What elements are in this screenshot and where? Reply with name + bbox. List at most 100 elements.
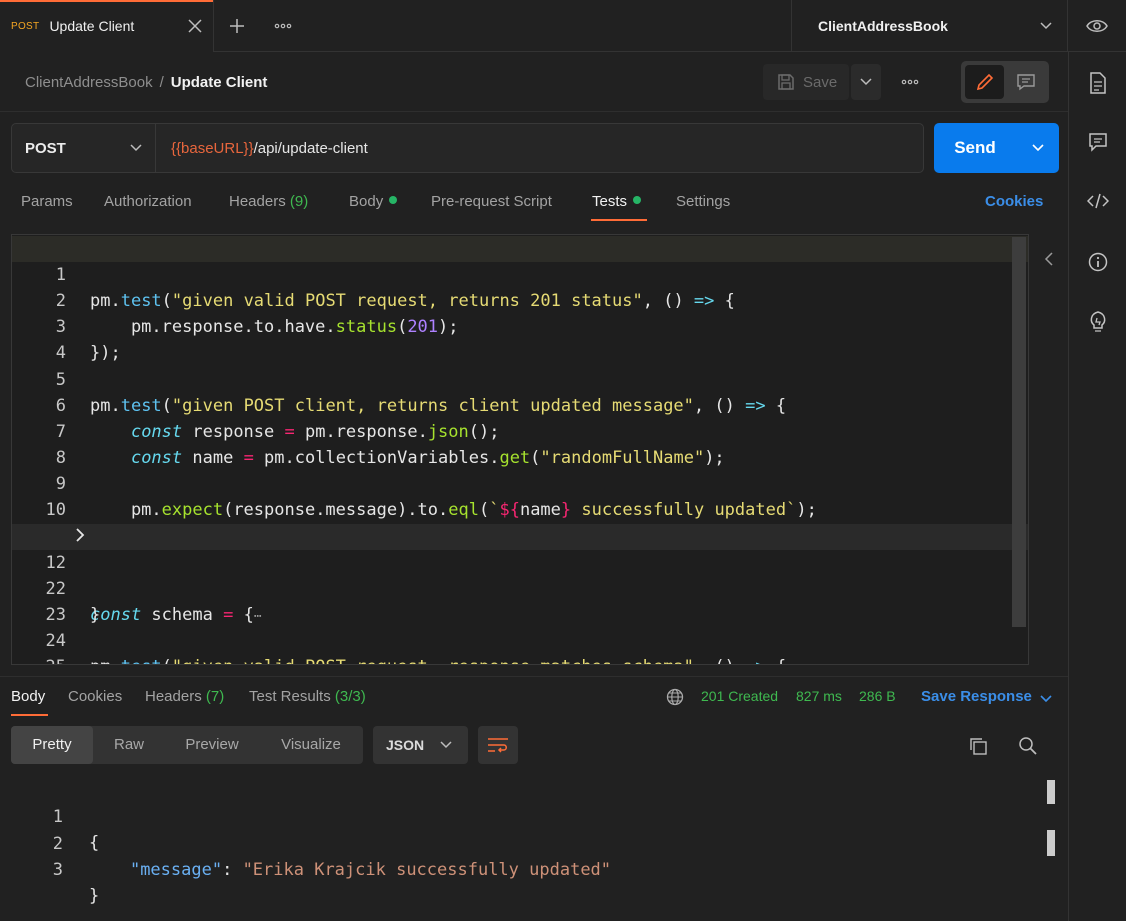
url-path: /api/update-client — [253, 139, 368, 157]
view-raw[interactable]: Raw — [95, 726, 163, 764]
cookies-link[interactable]: Cookies — [985, 193, 1043, 210]
pencil-icon[interactable] — [965, 65, 1004, 99]
tab-params[interactable]: Params — [21, 193, 73, 210]
code-line: 26 }); — [12, 654, 1028, 664]
tab-headers[interactable]: Headers (9) — [229, 193, 308, 210]
comment-icon[interactable] — [1006, 65, 1045, 99]
test-results-label: Test Results — [249, 688, 331, 705]
response-tab-test-results[interactable]: Test Results (3/3) — [249, 688, 366, 705]
save-options-button[interactable] — [851, 64, 881, 100]
tab-headers-label: Headers — [229, 193, 286, 210]
tab-method-badge: POST — [11, 20, 40, 32]
code-line: 1 pm.test("given valid POST request, ret… — [12, 236, 1028, 311]
code-line: 3 }); — [12, 288, 1028, 363]
chevron-left-icon[interactable] — [1040, 250, 1058, 268]
close-icon[interactable] — [177, 19, 213, 33]
tab-pre-request-script[interactable]: Pre-request Script — [431, 193, 552, 210]
json-brace: } — [89, 886, 100, 906]
tab-body[interactable]: Body — [349, 193, 398, 210]
send-button[interactable]: Send — [934, 123, 1059, 173]
chevron-down-icon — [440, 741, 452, 749]
comment-icon[interactable] — [1069, 132, 1126, 152]
response-view-modes: Pretty Raw Preview Visualize — [11, 726, 363, 764]
code-line: 22 } — [12, 550, 1028, 625]
tab-title: Update Client — [49, 18, 135, 34]
more-horizontal-icon[interactable] — [892, 64, 928, 100]
url-input[interactable]: {{baseURL}}/api/update-client — [155, 123, 924, 173]
chevron-down-icon — [130, 144, 142, 152]
code-line: 9 pm.expect(response.message).to.eql(`${… — [12, 445, 1028, 520]
document-icon[interactable] — [1069, 72, 1126, 94]
tab-tests[interactable]: Tests — [592, 193, 642, 210]
tab-bar-spacer — [306, 0, 792, 51]
tab-tests-label: Tests — [592, 193, 628, 210]
response-tab-body[interactable]: Body — [11, 688, 45, 705]
editor-scrollbar[interactable] — [1012, 237, 1026, 627]
request-tab[interactable]: POST Update Client — [0, 0, 214, 52]
save-button[interactable]: Save — [763, 64, 849, 100]
breadcrumb-collection[interactable]: ClientAddressBook — [25, 74, 153, 91]
fold-chevron-icon[interactable] — [75, 524, 85, 550]
environment-name: ClientAddressBook — [818, 17, 948, 34]
status-code[interactable]: 201 Created — [701, 688, 778, 704]
response-size[interactable]: 286 B — [859, 688, 896, 704]
status-dot — [633, 196, 642, 204]
pane-divider[interactable] — [0, 676, 1068, 677]
response-tab-cookies[interactable]: Cookies — [68, 688, 122, 705]
tab-settings[interactable]: Settings — [676, 193, 730, 210]
view-visualize[interactable]: Visualize — [261, 726, 361, 764]
tab-authorization[interactable]: Authorization — [104, 193, 192, 210]
info-icon[interactable] — [1069, 252, 1126, 272]
response-headers-label: Headers — [145, 688, 202, 705]
format-select[interactable]: JSON — [373, 726, 468, 764]
code-line: 5 pm.test("given POST client, returns cl… — [12, 341, 1028, 416]
search-icon[interactable] — [1018, 736, 1038, 759]
save-label: Save — [803, 73, 838, 91]
scrollbar-marker[interactable] — [1047, 780, 1055, 804]
code-line: 6 const response = pm.response.json(); — [12, 367, 1028, 442]
line-number: 3 — [52, 860, 63, 880]
tab-bar: POST Update Client ClientAddressBook — [0, 0, 1068, 52]
copy-icon[interactable] — [968, 736, 988, 759]
chevron-down-icon[interactable] — [1040, 690, 1052, 706]
code-icon[interactable] — [1069, 192, 1126, 210]
request-tabs: Params Authorization Headers (9) Body Pr… — [0, 186, 1068, 222]
code-line: 4 — [12, 314, 1028, 363]
response-body-viewer[interactable]: 1 { 2 "message": "Erika Krajcik successf… — [11, 778, 1057, 918]
method-label: POST — [25, 139, 66, 157]
code-line: 2 pm.response.to.have.status(201); — [12, 262, 1028, 337]
response-line: 1 { — [11, 778, 100, 853]
code-line: 23 — [12, 576, 1028, 625]
json-brace: { — [89, 833, 100, 853]
view-pretty[interactable]: Pretty — [11, 726, 93, 764]
lightbulb-icon[interactable] — [1069, 310, 1126, 334]
chevron-down-icon — [1039, 18, 1053, 34]
view-mode-toggle — [961, 61, 1049, 103]
chevron-down-icon — [860, 78, 872, 86]
response-tabs: Body Cookies Headers (7) Test Results (3… — [0, 682, 1068, 716]
breadcrumb-request-name[interactable]: Update Client — [171, 74, 268, 91]
save-response-button[interactable]: Save Response — [921, 688, 1032, 705]
scrollbar-marker[interactable] — [1047, 830, 1055, 856]
response-tab-headers[interactable]: Headers (7) — [145, 688, 224, 705]
globe-icon[interactable] — [666, 688, 684, 709]
request-header: ClientAddressBook / Update Client Save — [0, 52, 1068, 112]
environment-selector[interactable]: ClientAddressBook — [792, 0, 1068, 51]
code-line: 10 }); — [12, 471, 1028, 546]
url-variable: {{baseURL}} — [171, 139, 254, 157]
code-line: 7 const name = pm.collectionVariables.ge… — [12, 393, 1028, 468]
response-time[interactable]: 827 ms — [796, 688, 842, 704]
more-horizontal-icon[interactable] — [260, 0, 306, 52]
method-select[interactable]: POST — [11, 123, 156, 173]
plus-icon[interactable] — [214, 0, 260, 52]
chevron-down-icon[interactable] — [1016, 144, 1059, 152]
code-line: 11 — [12, 498, 1028, 547]
status-dot — [389, 196, 398, 204]
wrap-lines-icon[interactable] — [478, 726, 518, 764]
eye-icon[interactable] — [1068, 0, 1126, 52]
code-line: 25 pm.response.to.have.jsonSchema(schema… — [12, 628, 1028, 664]
view-preview[interactable]: Preview — [167, 726, 257, 764]
response-headers-count: (7) — [205, 688, 225, 705]
json-key: "message" — [129, 860, 223, 880]
test-script-editor[interactable]: 1 pm.test("given valid POST request, ret… — [11, 234, 1029, 665]
